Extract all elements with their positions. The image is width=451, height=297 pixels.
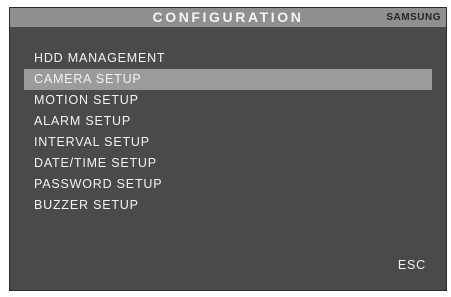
menu-item-hdd-management[interactable]: HDD MANAGEMENT: [24, 48, 432, 69]
title-bar: CONFIGURATION SAMSUNG: [10, 8, 446, 27]
menu-item-interval-setup[interactable]: INTERVAL SETUP: [24, 132, 432, 153]
menu-item-camera-setup[interactable]: CAMERA SETUP: [24, 69, 432, 90]
esc-button[interactable]: ESC: [398, 258, 426, 272]
brand-logo: SAMSUNG: [386, 12, 441, 23]
menu-item-date-time-setup[interactable]: DATE/TIME SETUP: [24, 153, 432, 174]
osd-screen: CONFIGURATION SAMSUNG HDD MANAGEMENT CAM…: [9, 7, 447, 291]
menu-item-motion-setup[interactable]: MOTION SETUP: [24, 90, 432, 111]
menu-item-alarm-setup[interactable]: ALARM SETUP: [24, 111, 432, 132]
menu-item-buzzer-setup[interactable]: BUZZER SETUP: [24, 195, 432, 216]
configuration-menu: HDD MANAGEMENT CAMERA SETUP MOTION SETUP…: [24, 48, 432, 216]
page-title: CONFIGURATION: [152, 9, 304, 25]
menu-item-password-setup[interactable]: PASSWORD SETUP: [24, 174, 432, 195]
